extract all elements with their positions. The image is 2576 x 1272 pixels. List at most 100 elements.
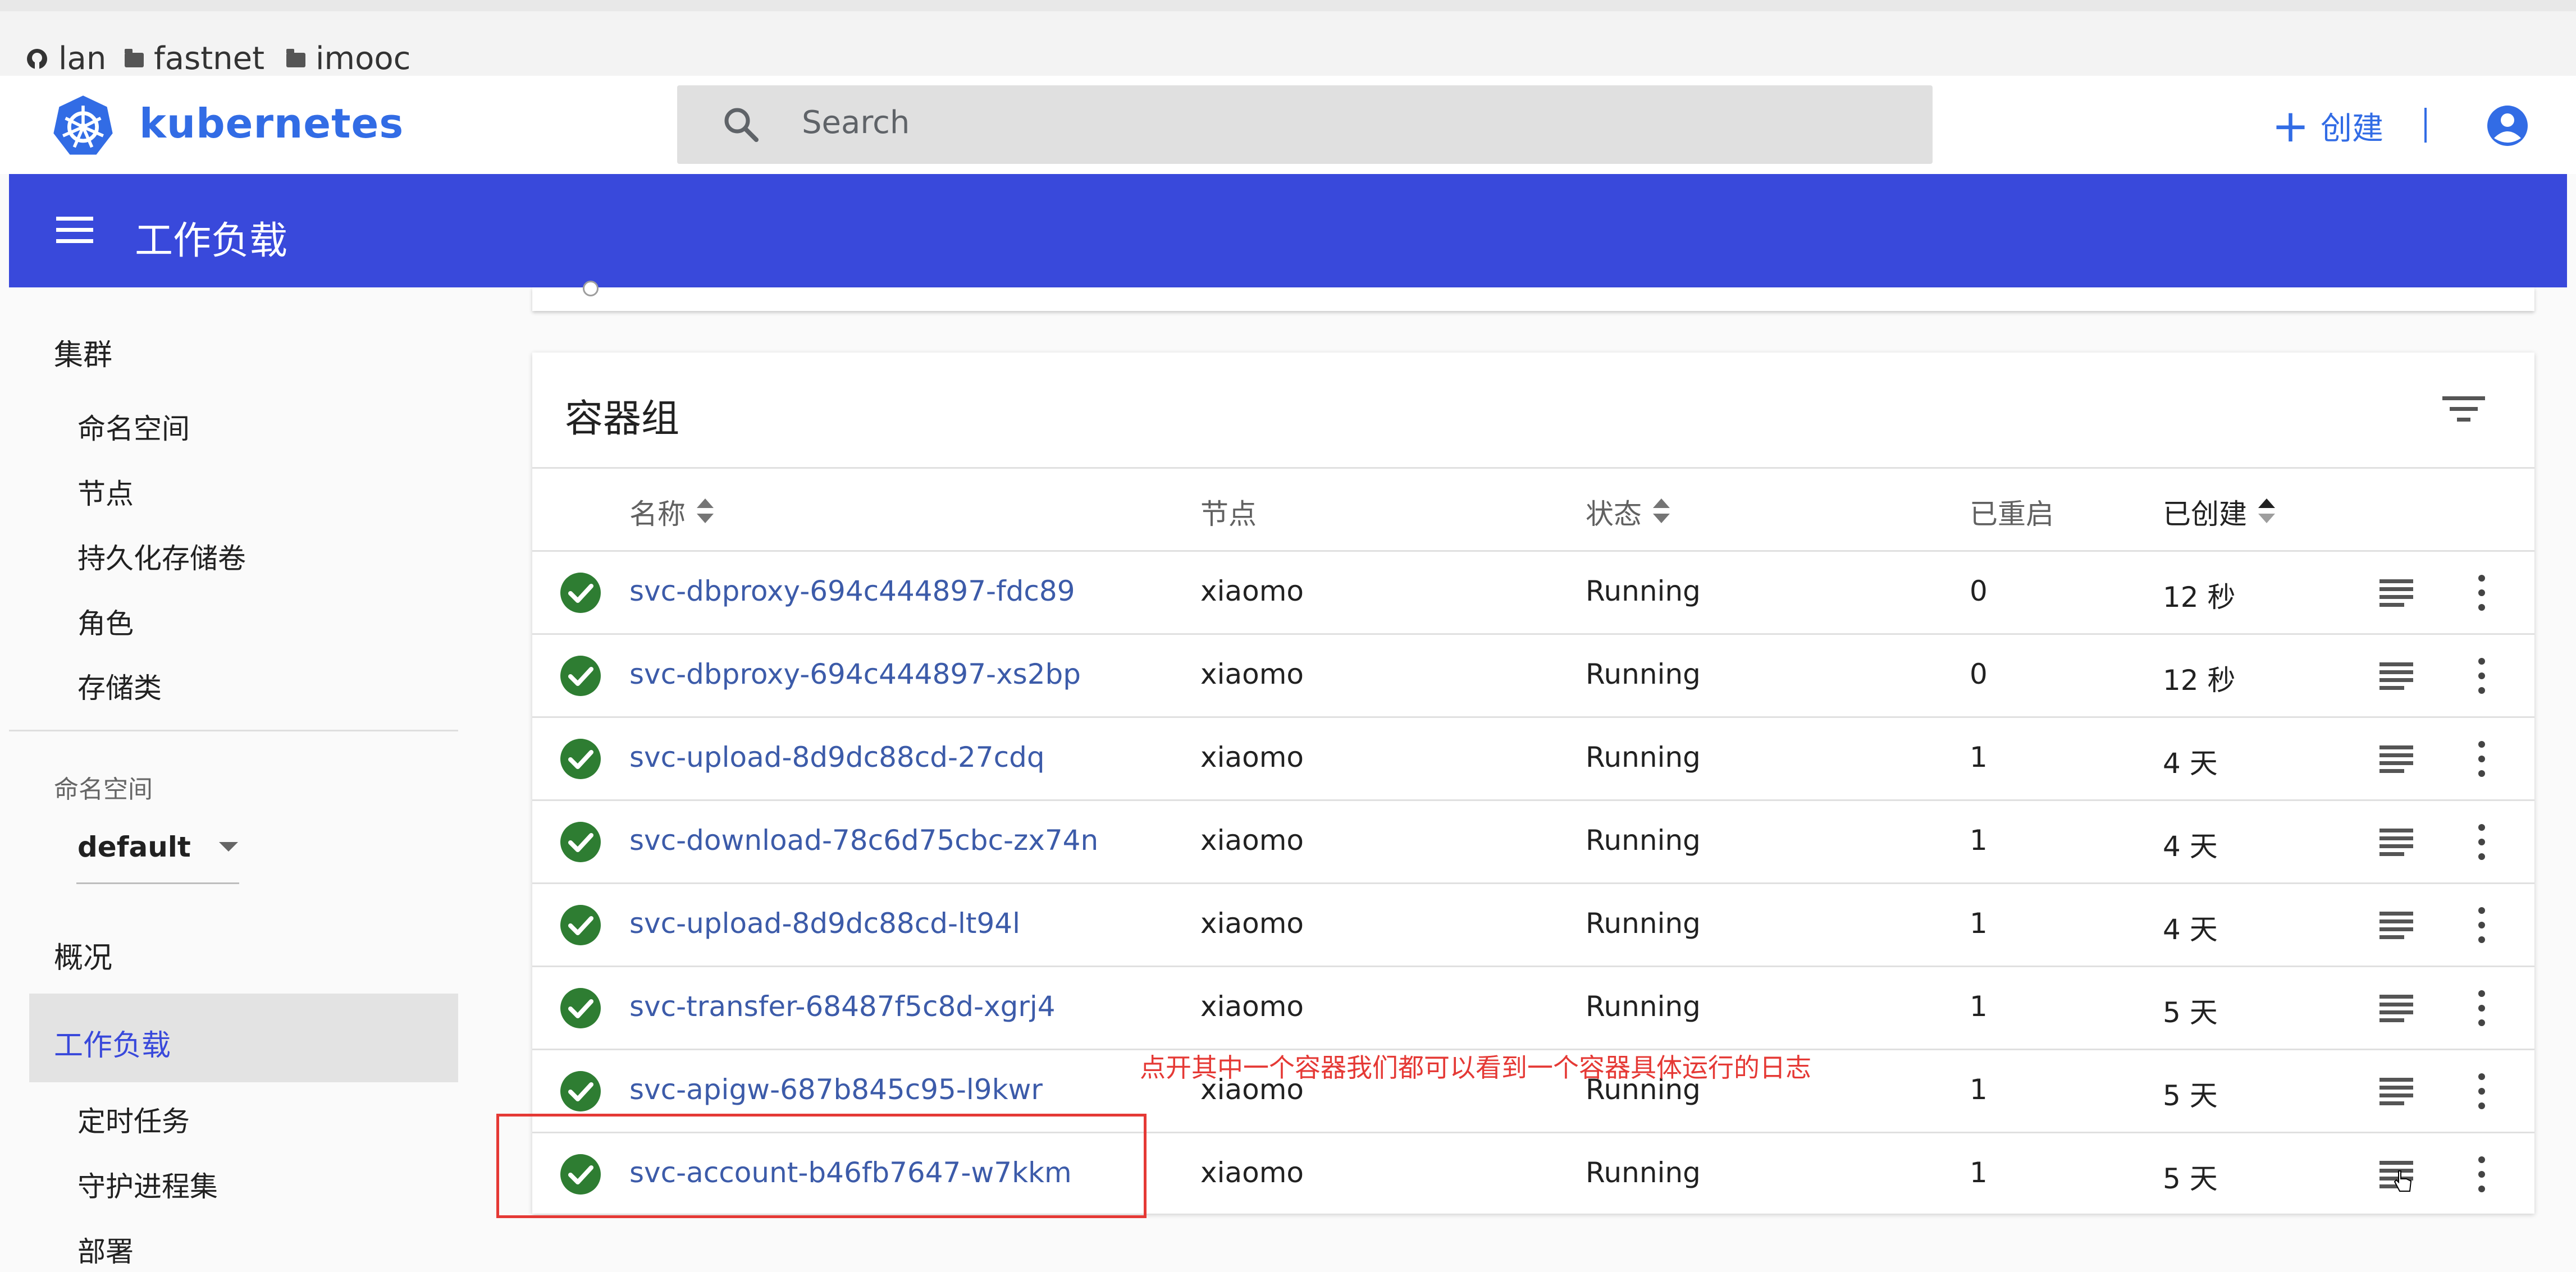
filter-list-icon[interactable] [2442,396,2485,422]
column-header-name[interactable]: 名称 [629,492,714,532]
pod-status: Running [1586,990,1701,1023]
logs-icon[interactable] [2379,829,2413,857]
create-button[interactable]: + 创建 [2272,103,2383,149]
pod-status: Running [1586,1156,1701,1189]
sidebar-item-deployments[interactable]: 部署 [77,1229,134,1270]
account-circle-icon[interactable] [2486,104,2529,147]
pod-node[interactable]: xiaomo [1200,741,1304,774]
sort-icon [1653,498,1670,525]
more-vert-icon[interactable] [2476,741,2487,778]
bookmark-lan[interactable]: lan [26,40,106,77]
more-vert-icon[interactable] [2476,1156,2487,1193]
pod-name-link[interactable]: svc-upload-8d9dc88cd-27cdq [629,741,1045,774]
sidebar-item-daemon-sets[interactable]: 守护进程集 [77,1164,218,1205]
logs-icon[interactable] [2379,995,2413,1023]
namespace-label: 命名空间 [54,775,153,804]
page-header [9,174,2567,287]
table-row[interactable]: svc-dbproxy-694c444897-fdc89 xiaomo Runnin… [532,551,2534,634]
plus-icon: + [2272,99,2310,152]
card-title: 容器组 [565,397,680,441]
pod-restarts: 1 [1970,741,1988,774]
sidebar-item-cron-jobs[interactable]: 定时任务 [77,1099,190,1140]
annotation-highlight-box [496,1114,1147,1218]
pod-node[interactable]: xiaomo [1200,658,1304,690]
table-row[interactable]: svc-upload-8d9dc88cd-27cdq xiaomo Running 1… [532,717,2534,800]
bookmark-label: lan [58,40,107,77]
sidebar-item-persistent-volumes[interactable]: 持久化存储卷 [77,536,246,576]
previous-card-edge [532,287,2534,311]
sidebar-heading-cluster[interactable]: 集群 [54,331,112,373]
menu-icon[interactable] [56,217,93,244]
folder-icon [125,48,144,67]
logs-icon[interactable] [2379,912,2413,940]
more-vert-icon[interactable] [2476,990,2487,1027]
pod-created: 4 天 [2163,913,2218,946]
pod-name-link[interactable]: svc-upload-8d9dc88cd-lt94l [629,907,1020,940]
logs-icon[interactable] [2379,662,2413,690]
column-header-status[interactable]: 状态 [1586,492,1670,532]
pod-name-link[interactable]: svc-transfer-68487f5c8d-xgrj4 [629,990,1056,1023]
column-header-node: 节点 [1200,492,1257,532]
pod-status: Running [1586,824,1701,857]
kubernetes-helm-icon[interactable] [52,94,115,157]
pod-name-link[interactable]: svc-apigw-687b845c95-l9kwr [629,1073,1043,1106]
pod-restarts: 1 [1970,907,1988,940]
check-circle-icon [560,988,601,1028]
namespace-value: default [77,831,191,863]
logs-icon[interactable] [2379,579,2413,607]
pod-status: Running [1586,741,1701,774]
table-row[interactable]: svc-dbproxy-694c444897-xs2bp xiaomo Runnin… [532,634,2534,717]
pod-created: 4 天 [2163,747,2218,780]
bookmark-label: fastnet [154,40,265,77]
pod-node[interactable]: xiaomo [1200,990,1304,1023]
sidebar-item-roles[interactable]: 角色 [77,601,134,642]
pod-restarts: 1 [1970,1156,1988,1189]
pod-name-link[interactable]: svc-dbproxy-694c444897-xs2bp [629,658,1081,690]
more-vert-icon[interactable] [2476,658,2487,695]
divider [2424,108,2427,143]
column-node-label: 节点 [1200,498,1257,530]
table-row[interactable]: svc-upload-8d9dc88cd-lt94l xiaomo Running 1… [532,884,2534,967]
pod-restarts: 1 [1970,1073,1988,1106]
logs-icon[interactable] [2379,745,2413,774]
browser-tab-strip [0,0,2576,11]
table-row[interactable]: svc-transfer-68487f5c8d-xgrj4 xiaomo Runni… [532,967,2534,1050]
table-row[interactable]: svc-download-78c6d75cbc-zx74n xiaomo Runni… [532,800,2534,884]
hand-cursor-icon [2394,1170,2412,1192]
pod-node[interactable]: xiaomo [1200,824,1304,857]
check-circle-icon [560,656,601,696]
sidebar-item-overview[interactable]: 概况 [54,934,112,976]
brand-name[interactable]: kubernetes [139,100,404,147]
column-header-created[interactable]: 已创建 [2163,492,2275,532]
pod-name-link[interactable]: svc-download-78c6d75cbc-zx74n [629,824,1098,857]
check-circle-icon [560,822,601,862]
page-title: 工作负载 [135,219,288,263]
pod-name-link[interactable]: svc-dbproxy-694c444897-fdc89 [629,575,1075,607]
sidebar-item-workloads[interactable]: 工作负载 [54,1022,171,1064]
sidebar-item-nodes[interactable]: 节点 [77,472,134,512]
pod-created: 4 天 [2163,830,2218,863]
bookmark-imooc[interactable]: imooc [286,40,410,77]
more-vert-icon[interactable] [2476,575,2487,612]
sidebar-divider [9,730,458,731]
more-vert-icon[interactable] [2476,907,2487,944]
more-vert-icon[interactable] [2476,1073,2487,1110]
status-dot-icon [583,281,599,296]
logs-icon[interactable] [2379,1078,2413,1106]
column-name-label: 名称 [629,498,686,530]
more-vert-icon[interactable] [2476,824,2487,861]
sidebar-item-storage-classes[interactable]: 存储类 [77,666,162,706]
bookmark-fastnet[interactable]: fastnet [125,40,264,77]
pod-restarts: 1 [1970,990,1988,1023]
create-label: 创建 [2321,111,2384,147]
pod-restarts: 1 [1970,824,1988,857]
column-created-label: 已创建 [2163,498,2247,530]
pod-node[interactable]: xiaomo [1200,907,1304,940]
sidebar-item-namespaces[interactable]: 命名空间 [77,406,190,447]
github-icon [27,48,47,69]
check-circle-icon [560,739,601,779]
search-icon [724,108,759,142]
pod-node[interactable]: xiaomo [1200,575,1304,607]
dropdown-caret-icon [219,842,238,852]
pod-node[interactable]: xiaomo [1200,1156,1304,1189]
